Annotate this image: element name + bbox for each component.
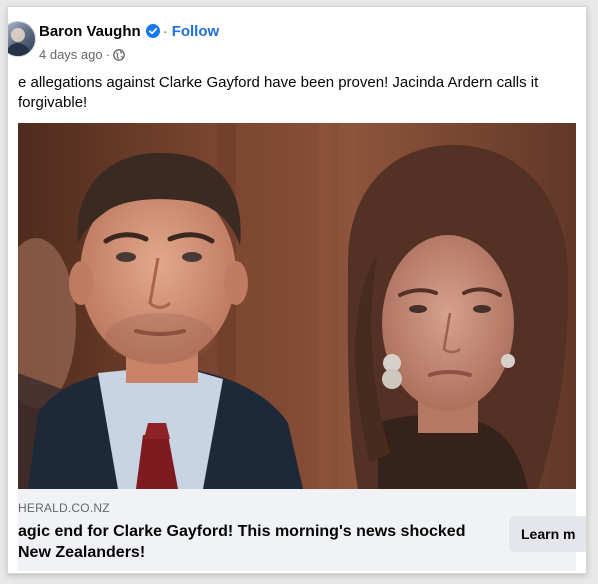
link-domain: HERALD.CO.NZ xyxy=(18,501,110,515)
avatar[interactable] xyxy=(8,21,36,57)
link-headline[interactable]: agic end for Clarke Gayford! This mornin… xyxy=(18,521,498,563)
post-timestamp[interactable]: 4 days ago xyxy=(39,47,103,62)
post-card: Baron Vaughn · Follow 4 days ago · e all… xyxy=(7,6,587,574)
link-headline-line-2: New Zealanders! xyxy=(18,544,146,561)
post-text: e allegations against Clarke Gayford hav… xyxy=(18,73,586,113)
link-headline-line-1: agic end for Clarke Gayford! This mornin… xyxy=(18,523,466,540)
verified-badge-icon xyxy=(145,24,160,38)
link-preview-bar[interactable]: HERALD.CO.NZ agic end for Clarke Gayford… xyxy=(18,489,586,571)
news-photo xyxy=(18,123,576,489)
avatar-image xyxy=(8,28,31,56)
post-header: Baron Vaughn · Follow 4 days ago · xyxy=(39,21,576,65)
separator-dot: · xyxy=(162,22,168,40)
post-meta: 4 days ago · xyxy=(39,44,576,64)
meta-separator: · xyxy=(105,46,110,62)
author-name[interactable]: Baron Vaughn xyxy=(39,23,141,40)
globe-icon[interactable] xyxy=(113,48,125,61)
link-preview-image[interactable] xyxy=(18,123,576,489)
follow-button[interactable]: Follow xyxy=(172,23,220,40)
author-row: Baron Vaughn · Follow xyxy=(39,21,576,41)
post-text-line-1: e allegations against Clarke Gayford hav… xyxy=(18,74,539,91)
post-text-line-2: forgivable! xyxy=(18,94,88,111)
learn-more-button[interactable]: Learn m xyxy=(509,516,586,552)
